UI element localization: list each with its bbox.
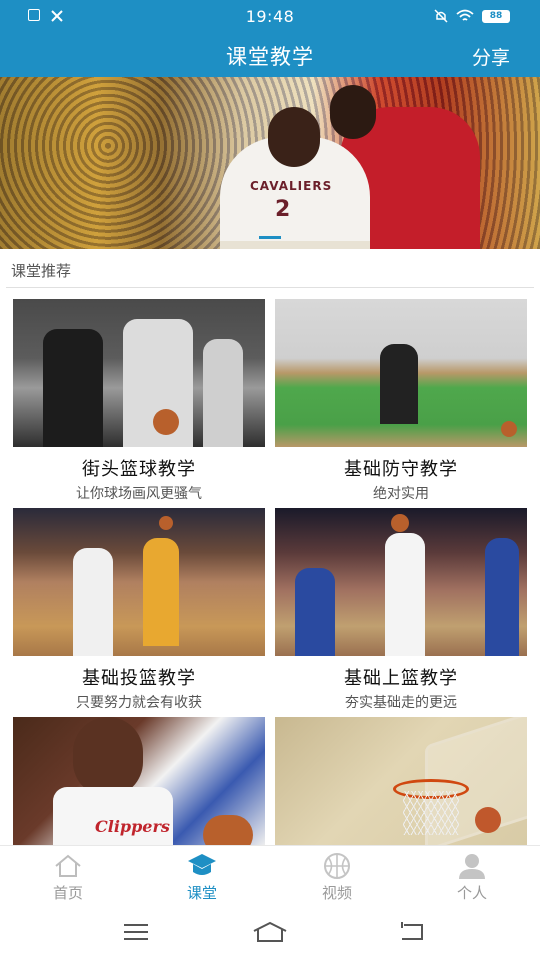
page-title: 课堂教学 — [226, 45, 314, 69]
carousel-dot-active[interactable] — [259, 236, 281, 239]
course-card-shooting[interactable]: 基础投篮教学 只要努力就会有收获 — [13, 508, 265, 712]
mute-icon — [434, 9, 448, 23]
course-title: 基础投篮教学 — [82, 668, 196, 689]
tab-label: 视频 — [321, 884, 352, 902]
classroom-icon — [188, 854, 216, 875]
course-image — [275, 299, 527, 447]
home-icon — [55, 854, 81, 877]
course-card-5[interactable]: Clippers — [13, 717, 265, 845]
course-card-defense[interactable]: 基础防守教学 绝对实用 — [275, 299, 527, 503]
status-bar: 19:48 88 — [0, 0, 540, 34]
course-image — [275, 717, 527, 845]
course-image — [13, 299, 265, 447]
banner-jersey-number: 2 — [275, 197, 291, 222]
system-navigation — [0, 907, 540, 960]
banner-player-head — [268, 107, 320, 167]
course-subtitle: 夯实基础走的更远 — [345, 695, 457, 711]
home-nav-icon[interactable] — [252, 921, 288, 943]
tab-label: 个人 — [456, 884, 487, 902]
course-title: 基础防守教学 — [344, 459, 458, 480]
tab-label: 首页 — [52, 884, 83, 902]
bottom-navigation: 首页 课堂 视频 个人 — [0, 845, 540, 908]
course-image — [13, 508, 265, 656]
banner-player-head — [330, 85, 376, 139]
tab-classroom[interactable]: 课堂 — [157, 852, 247, 903]
menu-icon[interactable] — [122, 921, 150, 943]
tab-profile[interactable]: 个人 — [427, 852, 517, 903]
tab-label: 课堂 — [186, 884, 217, 902]
section-title: 课堂推荐 — [11, 262, 72, 280]
title-bar: 课堂教学 分享 — [0, 34, 540, 77]
course-jersey-text: Clippers — [95, 817, 170, 836]
back-icon[interactable] — [398, 921, 426, 943]
course-title: 基础上篮教学 — [344, 668, 458, 689]
banner-carousel[interactable]: CAVALIERS 2 — [0, 77, 540, 249]
wifi-icon — [456, 9, 474, 21]
course-subtitle: 只要努力就会有收获 — [76, 695, 202, 711]
section-divider — [6, 287, 534, 288]
battery-icon: 88 — [482, 9, 510, 23]
banner-jersey-text: CAVALIERS — [250, 179, 333, 193]
tab-home[interactable]: 首页 — [23, 852, 113, 903]
course-card-layup[interactable]: 基础上篮教学 夯实基础走的更远 — [275, 508, 527, 712]
course-card-street[interactable]: 街头篮球教学 让你球场画风更骚气 — [13, 299, 265, 503]
course-subtitle: 绝对实用 — [373, 486, 429, 502]
person-icon — [459, 854, 485, 879]
course-card-6[interactable] — [275, 717, 527, 845]
course-subtitle: 让你球场画风更骚气 — [76, 486, 202, 502]
course-image — [275, 508, 527, 656]
course-title: 街头篮球教学 — [82, 459, 196, 480]
course-image: Clippers — [13, 717, 265, 845]
basketball-icon — [324, 853, 350, 879]
share-button[interactable]: 分享 — [472, 43, 510, 70]
carousel-indicator — [0, 236, 540, 239]
tab-video[interactable]: 视频 — [292, 852, 382, 903]
